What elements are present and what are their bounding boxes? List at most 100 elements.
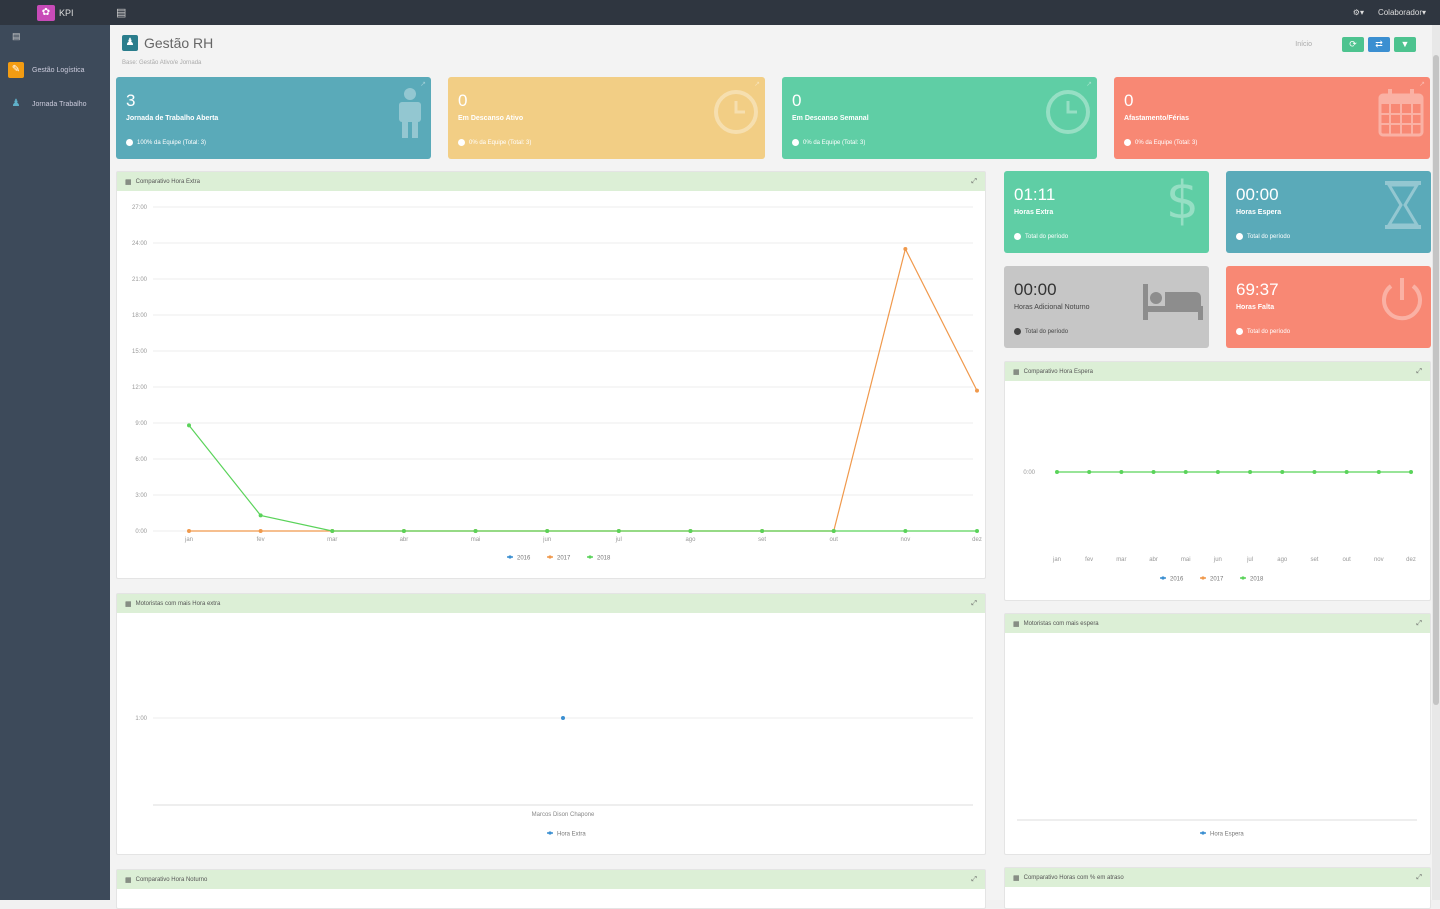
flower-icon: ✿ (37, 4, 55, 21)
person-icon (399, 88, 421, 138)
card-footer: Total do período (1247, 233, 1291, 240)
data-point (1215, 470, 1220, 474)
panel-comparativo-hora-espera: ▦ Comparativo Hora Espera ⤢ 0:00 jan fev mar a… (1004, 361, 1431, 601)
x-tick-label: mar (327, 537, 337, 543)
y-tick-label: 21:00 (132, 277, 148, 283)
expand-icon[interactable]: ⤢ (1416, 620, 1422, 628)
card-afastamento-ferias[interactable]: 0 Afastamento/Férias 0% da Equipe (Total… (1114, 77, 1430, 159)
data-point (401, 529, 406, 533)
x-tick-label: mai (1181, 557, 1191, 563)
brand-label: KPI (59, 7, 74, 18)
x-tick-label: jun (542, 537, 551, 543)
x-tick-label: out (830, 537, 839, 543)
info-icon (792, 139, 799, 146)
card-descanso-semanal[interactable]: 0 Em Descanso Semanal 0% da Equipe (Tota… (782, 77, 1097, 159)
legend-label: Hora Extra (557, 832, 586, 838)
card-horas-noturno[interactable]: 00:00 Horas Adicional Noturno Total do p… (1004, 266, 1209, 348)
panel-comparativo-hora-noturno: ▦ Comparativo Hora Noturno ⤢ (116, 869, 986, 909)
y-tick-label: 0:00 (135, 529, 147, 535)
card-footer: 100% da Equipe (Total: 3) (137, 139, 207, 146)
legend-marker (588, 555, 592, 559)
chart-icon: ▦ (125, 600, 132, 608)
scrollbar-thumb[interactable] (1433, 55, 1439, 705)
y-tick-label: 0:00 (1023, 470, 1035, 476)
expand-icon[interactable]: ⤢ (971, 178, 977, 186)
page-title: Gestão RH (144, 35, 214, 51)
hora-extra-line-chart: 0:00 3:00 6:00 9:00 12:00 15:00 18:00 21:00 24:0… (132, 205, 982, 562)
top-navbar: ✿ KPI ▤ ⚙▾ Colaborador▾ (0, 0, 1440, 25)
brand[interactable]: ✿ KPI (0, 4, 110, 21)
page-header: ♟ Gestão RH (122, 35, 213, 51)
sidebar-toggle-icon[interactable]: ▤ (0, 25, 110, 53)
x-tick-label: abr (400, 537, 409, 543)
info-icon (458, 139, 465, 146)
breadcrumb-home[interactable]: Início (1295, 41, 1312, 48)
legend-marker (1161, 576, 1165, 580)
info-icon (1014, 233, 1021, 240)
card-horas-espera[interactable]: 00:00 Horas Espera Total do período (1226, 171, 1431, 253)
data-point (903, 247, 908, 251)
expand-icon[interactable]: ⤢ (1416, 874, 1422, 882)
menu-icon[interactable]: ▤ (116, 6, 126, 19)
x-tick-label: nov (1374, 557, 1384, 563)
panel-title: Comparativo Hora Espera (1023, 368, 1093, 375)
clock-icon (1046, 90, 1090, 134)
motoristas-hora-extra-chart: 1:00 Marcos Dison Chapone Hora Extra (135, 716, 973, 838)
expand-icon[interactable]: ⤢ (1416, 368, 1422, 376)
panel-title: Motoristas com mais espera (1023, 620, 1099, 627)
data-point (688, 529, 693, 533)
settings-dropdown[interactable]: ⚙▾ (1353, 8, 1364, 17)
page-scrollbar[interactable] (1432, 25, 1440, 900)
y-tick-label: 1:00 (135, 716, 147, 722)
x-tick-label: mai (471, 537, 481, 543)
card-jornada-aberta[interactable]: 3 Jornada de Trabalho Aberta 100% da Equ… (116, 77, 431, 159)
info-icon (1236, 233, 1243, 240)
card-value: 00:00 (1014, 280, 1057, 299)
expand-icon[interactable]: ⤢ (971, 876, 977, 884)
expand-icon[interactable]: ↗ (1419, 80, 1425, 88)
legend-marker (1201, 831, 1205, 835)
y-tick-label: 15:00 (132, 349, 148, 355)
panel-title: Comparativo Horas com % em atraso (1023, 874, 1124, 881)
y-tick-label: 12:00 (132, 385, 148, 391)
filter-button[interactable]: ▼ (1394, 37, 1416, 52)
card-horas-falta[interactable]: 69:37 Horas Falta Total do período (1226, 266, 1431, 348)
series-line-2018 (188, 425, 977, 532)
sidebar-item-jornada-trabalho[interactable]: ♟ Jornada Trabalho (0, 87, 110, 121)
data-point (1376, 470, 1381, 474)
sidebar-item-label: Jornada Trabalho (32, 100, 87, 108)
x-tick-label: set (1310, 557, 1318, 563)
card-value: 3 (126, 91, 136, 110)
user-icon: ♟ (122, 35, 138, 51)
y-tick-label: 3:00 (135, 493, 147, 499)
data-point (903, 529, 908, 533)
x-tick-label: jan (1052, 557, 1061, 563)
card-value: 69:37 (1236, 280, 1279, 299)
motoristas-espera-chart: Hora Espera (1017, 819, 1417, 838)
page-subtitle: Base: Gestão Ativo/e Jornada (122, 60, 202, 66)
expand-icon[interactable]: ↗ (754, 80, 760, 88)
data-point (330, 529, 335, 533)
user-menu[interactable]: Colaborador▾ (1378, 8, 1426, 17)
panel-motoristas-hora-extra: ▦ Motoristas com mais Hora extra ⤢ 1:00 Mar… (116, 593, 986, 855)
x-tick-label: dez (1406, 557, 1416, 563)
card-horas-extra[interactable]: 01:11 Horas Extra Total do período $ (1004, 171, 1209, 253)
card-descanso-ativo[interactable]: 0 Em Descanso Ativo 0% da Equipe (Total:… (448, 77, 765, 159)
expand-icon[interactable]: ↗ (1086, 80, 1092, 88)
legend-marker (1201, 576, 1205, 580)
expand-icon[interactable]: ↗ (420, 80, 426, 88)
x-tick-label: nov (901, 537, 911, 543)
card-value: 00:00 (1236, 185, 1279, 204)
sidebar-item-gestao-logistica[interactable]: ✎ Gestão Logística (0, 53, 110, 87)
sync-button[interactable]: ⇄ (1368, 37, 1390, 52)
data-point (1344, 470, 1349, 474)
data-point (1183, 470, 1188, 474)
data-point (473, 529, 478, 533)
expand-icon[interactable]: ⤢ (971, 600, 977, 608)
x-tick-label: mar (1116, 557, 1126, 563)
y-tick-label: 18:00 (132, 313, 148, 319)
x-tick-label: out (1342, 557, 1351, 563)
card-label: Horas Adicional Noturno (1014, 304, 1090, 311)
refresh-button[interactable]: ⟳ (1342, 37, 1364, 52)
info-icon (126, 139, 133, 146)
